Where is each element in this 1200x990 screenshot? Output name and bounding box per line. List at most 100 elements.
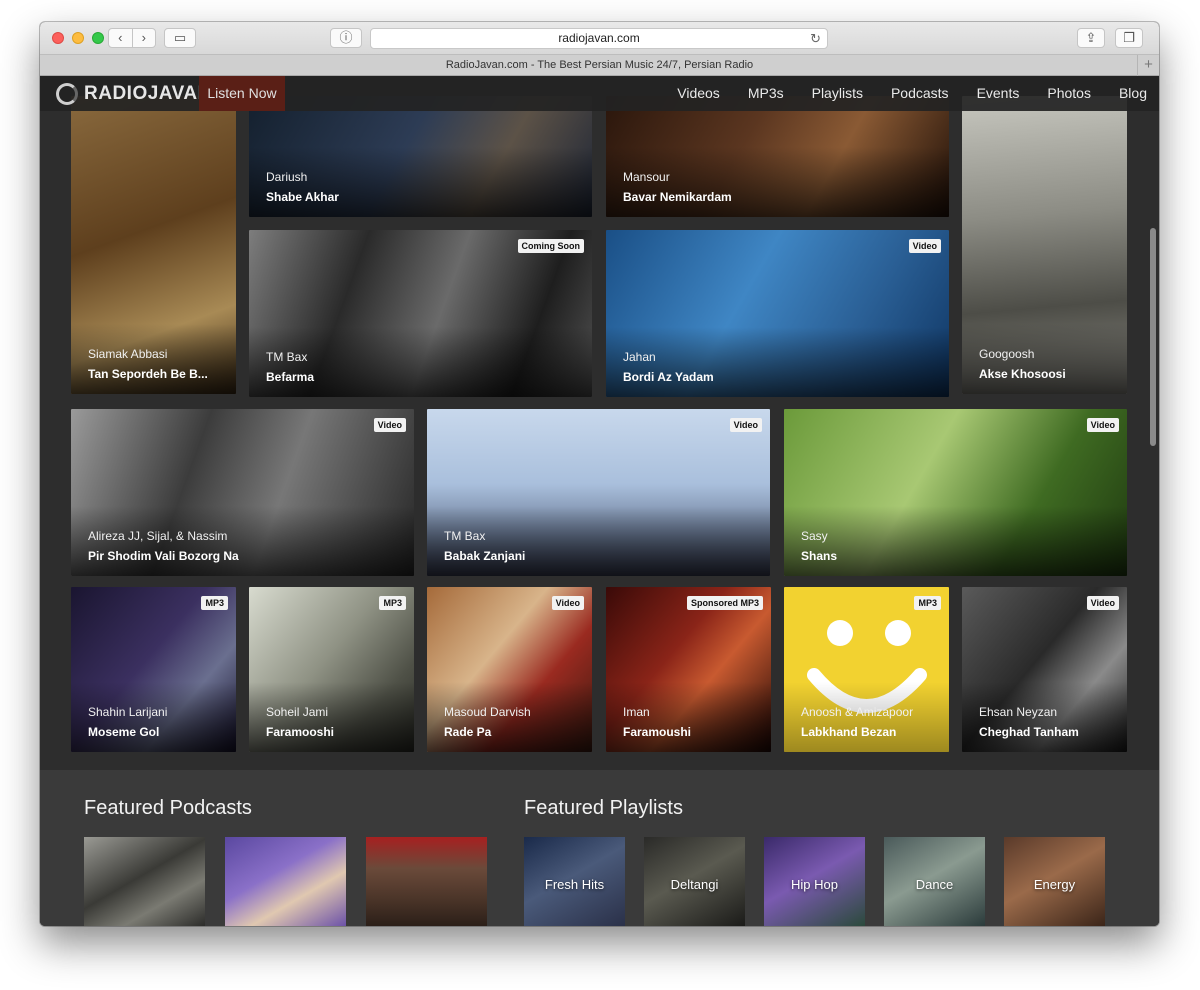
tile-song: Moseme Gol xyxy=(88,725,160,739)
nav-events[interactable]: Events xyxy=(977,76,1020,111)
zoom-window-button[interactable] xyxy=(92,32,104,44)
media-tile[interactable]: Video TM Bax Babak Zanjani xyxy=(427,409,770,576)
page-viewport: RADIOJAVAN Listen Now Videos MP3s Playli… xyxy=(40,76,1159,926)
tile-artist: Mansour xyxy=(623,170,670,184)
playlist-card[interactable]: Hip Hop xyxy=(764,837,865,926)
media-tile[interactable]: Sponsored MP3 Iman Faramoushi xyxy=(606,587,771,752)
listen-now-button[interactable]: Listen Now xyxy=(199,76,285,111)
close-window-button[interactable] xyxy=(52,32,64,44)
tile-song: Babak Zanjani xyxy=(444,549,526,563)
tile-badge: Video xyxy=(908,239,941,253)
featured-section: Featured Podcasts Featured Playlists Fre… xyxy=(40,770,1159,926)
back-icon[interactable]: ‹ xyxy=(109,29,133,47)
featured-podcasts-title: Featured Podcasts xyxy=(84,797,252,819)
logo-ring-icon xyxy=(56,83,78,105)
media-tile[interactable]: MP3 Soheil Jami Faramooshi xyxy=(249,587,414,752)
media-tile[interactable]: Mansour Bavar Nemikardam xyxy=(606,96,949,217)
new-tab-icon[interactable]: + xyxy=(1137,55,1159,76)
nav-podcasts[interactable]: Podcasts xyxy=(891,76,949,111)
tile-song: Bordi Az Yadam xyxy=(623,370,714,384)
tile-artist: Soheil Jami xyxy=(266,705,329,719)
sidebar-toggle-icon[interactable]: ▭ xyxy=(164,28,196,48)
media-tile[interactable]: Coming Soon TM Bax Befarma xyxy=(249,230,592,397)
nav-blog[interactable]: Blog xyxy=(1119,76,1147,111)
tile-badge: Sponsored MP3 xyxy=(686,596,763,610)
back-forward-group: ‹ › xyxy=(108,28,156,48)
minimize-window-button[interactable] xyxy=(72,32,84,44)
tile-song: Shabe Akhar xyxy=(266,190,339,204)
media-tile[interactable]: MP3 Shahin Larijani Moseme Gol xyxy=(71,587,236,752)
tile-artist: Googoosh xyxy=(979,347,1035,361)
tile-artist: Alireza JJ, Sijal, & Nassim xyxy=(88,529,228,543)
share-icon[interactable]: ⇪ xyxy=(1077,28,1105,48)
site-logo[interactable]: RADIOJAVAN xyxy=(56,82,212,106)
tile-badge: Video xyxy=(1086,596,1119,610)
forward-icon[interactable]: › xyxy=(133,29,156,47)
tile-song: Cheghad Tanham xyxy=(979,725,1079,739)
playlist-label: Fresh Hits xyxy=(544,877,605,892)
media-tile[interactable]: Googoosh Akse Khosoosi xyxy=(962,96,1127,394)
tile-artist: Iman xyxy=(623,705,650,719)
active-tab-title[interactable]: RadioJavan.com - The Best Persian Music … xyxy=(446,59,753,71)
tile-badge: Video xyxy=(729,418,762,432)
tile-song: Bavar Nemikardam xyxy=(623,190,732,204)
tile-song: Tan Sepordeh Be B... xyxy=(88,367,208,381)
tile-artist: Sasy xyxy=(801,529,828,543)
tile-artist: Anoosh & Amizapoor xyxy=(801,705,914,719)
nav-videos[interactable]: Videos xyxy=(677,76,720,111)
url-text: radiojavan.com xyxy=(558,31,640,45)
tile-badge: MP3 xyxy=(914,596,941,610)
smiley-eye-right xyxy=(885,620,911,646)
podcast-card[interactable] xyxy=(84,837,205,926)
tile-badge: MP3 xyxy=(201,596,228,610)
tab-bar: RadioJavan.com - The Best Persian Music … xyxy=(40,54,1159,76)
tile-song: Labkhand Bezan xyxy=(801,725,897,739)
nav-photos[interactable]: Photos xyxy=(1047,76,1091,111)
tile-artist: Siamak Abbasi xyxy=(88,347,168,361)
show-tabs-icon[interactable]: ❐ xyxy=(1115,28,1143,48)
nav-mp3s[interactable]: MP3s xyxy=(748,76,784,111)
nav-playlists[interactable]: Playlists xyxy=(812,76,863,111)
media-tile[interactable]: Video Jahan Bordi Az Yadam xyxy=(606,230,949,397)
media-tile[interactable]: Video Sasy Shans xyxy=(784,409,1127,576)
media-tile[interactable]: Video Masoud Darvish Rade Pa xyxy=(427,587,592,752)
featured-playlists-title: Featured Playlists xyxy=(524,797,683,819)
site-info-icon[interactable]: ⓘ xyxy=(330,28,362,48)
playlist-card[interactable]: Dance xyxy=(884,837,985,926)
media-tile[interactable]: Siamak Abbasi Tan Sepordeh Be B... xyxy=(71,96,236,394)
tile-artist: Dariush xyxy=(266,170,308,184)
logo-text: RADIOJAVAN xyxy=(84,83,212,104)
playlist-card[interactable]: Energy xyxy=(1004,837,1105,926)
page-scrollbar[interactable] xyxy=(1150,228,1156,446)
tile-badge: MP3 xyxy=(379,596,406,610)
browser-toolbar: ‹ › ▭ ⓘ radiojavan.com ↻ ⇪ ❐ xyxy=(40,22,1159,54)
address-bar[interactable]: radiojavan.com ↻ xyxy=(370,28,828,49)
media-tile[interactable]: MP3 Anoosh & Amizapoor Labkhand Bezan xyxy=(784,587,949,752)
tile-badge: Video xyxy=(551,596,584,610)
playlist-card[interactable]: Deltangi xyxy=(644,837,745,926)
playlist-card[interactable]: Fresh Hits xyxy=(524,837,625,926)
playlist-label: Hip Hop xyxy=(791,877,838,892)
tile-song: Akse Khosoosi xyxy=(979,367,1066,381)
podcast-card[interactable] xyxy=(366,837,487,926)
playlist-label: Energy xyxy=(1033,877,1076,892)
reload-icon[interactable]: ↻ xyxy=(810,29,821,48)
tile-badge: Coming Soon xyxy=(517,239,584,253)
tile-song: Rade Pa xyxy=(444,725,492,739)
tile-badge: Video xyxy=(1086,418,1119,432)
browser-window: ‹ › ▭ ⓘ radiojavan.com ↻ ⇪ ❐ RadioJavan.… xyxy=(40,22,1159,926)
tile-artist: Jahan xyxy=(623,350,656,364)
tile-artist: TM Bax xyxy=(444,529,486,543)
site-navbar: RADIOJAVAN Listen Now Videos MP3s Playli… xyxy=(40,76,1159,111)
tile-artist: Ehsan Neyzan xyxy=(979,705,1058,719)
tile-artist: TM Bax xyxy=(266,350,308,364)
podcast-card[interactable] xyxy=(225,837,346,926)
playlist-label: Dance xyxy=(915,877,954,892)
media-tile[interactable]: Video Alireza JJ, Sijal, & Nassim Pir Sh… xyxy=(71,409,414,576)
playlist-label: Deltangi xyxy=(670,877,719,892)
tile-shade xyxy=(784,506,1127,576)
tile-song: Faramoushi xyxy=(623,725,692,739)
media-tile[interactable]: Video Ehsan Neyzan Cheghad Tanham xyxy=(962,587,1127,752)
media-tile[interactable]: Dariush Shabe Akhar xyxy=(249,96,592,217)
tile-song: Shans xyxy=(801,549,838,563)
